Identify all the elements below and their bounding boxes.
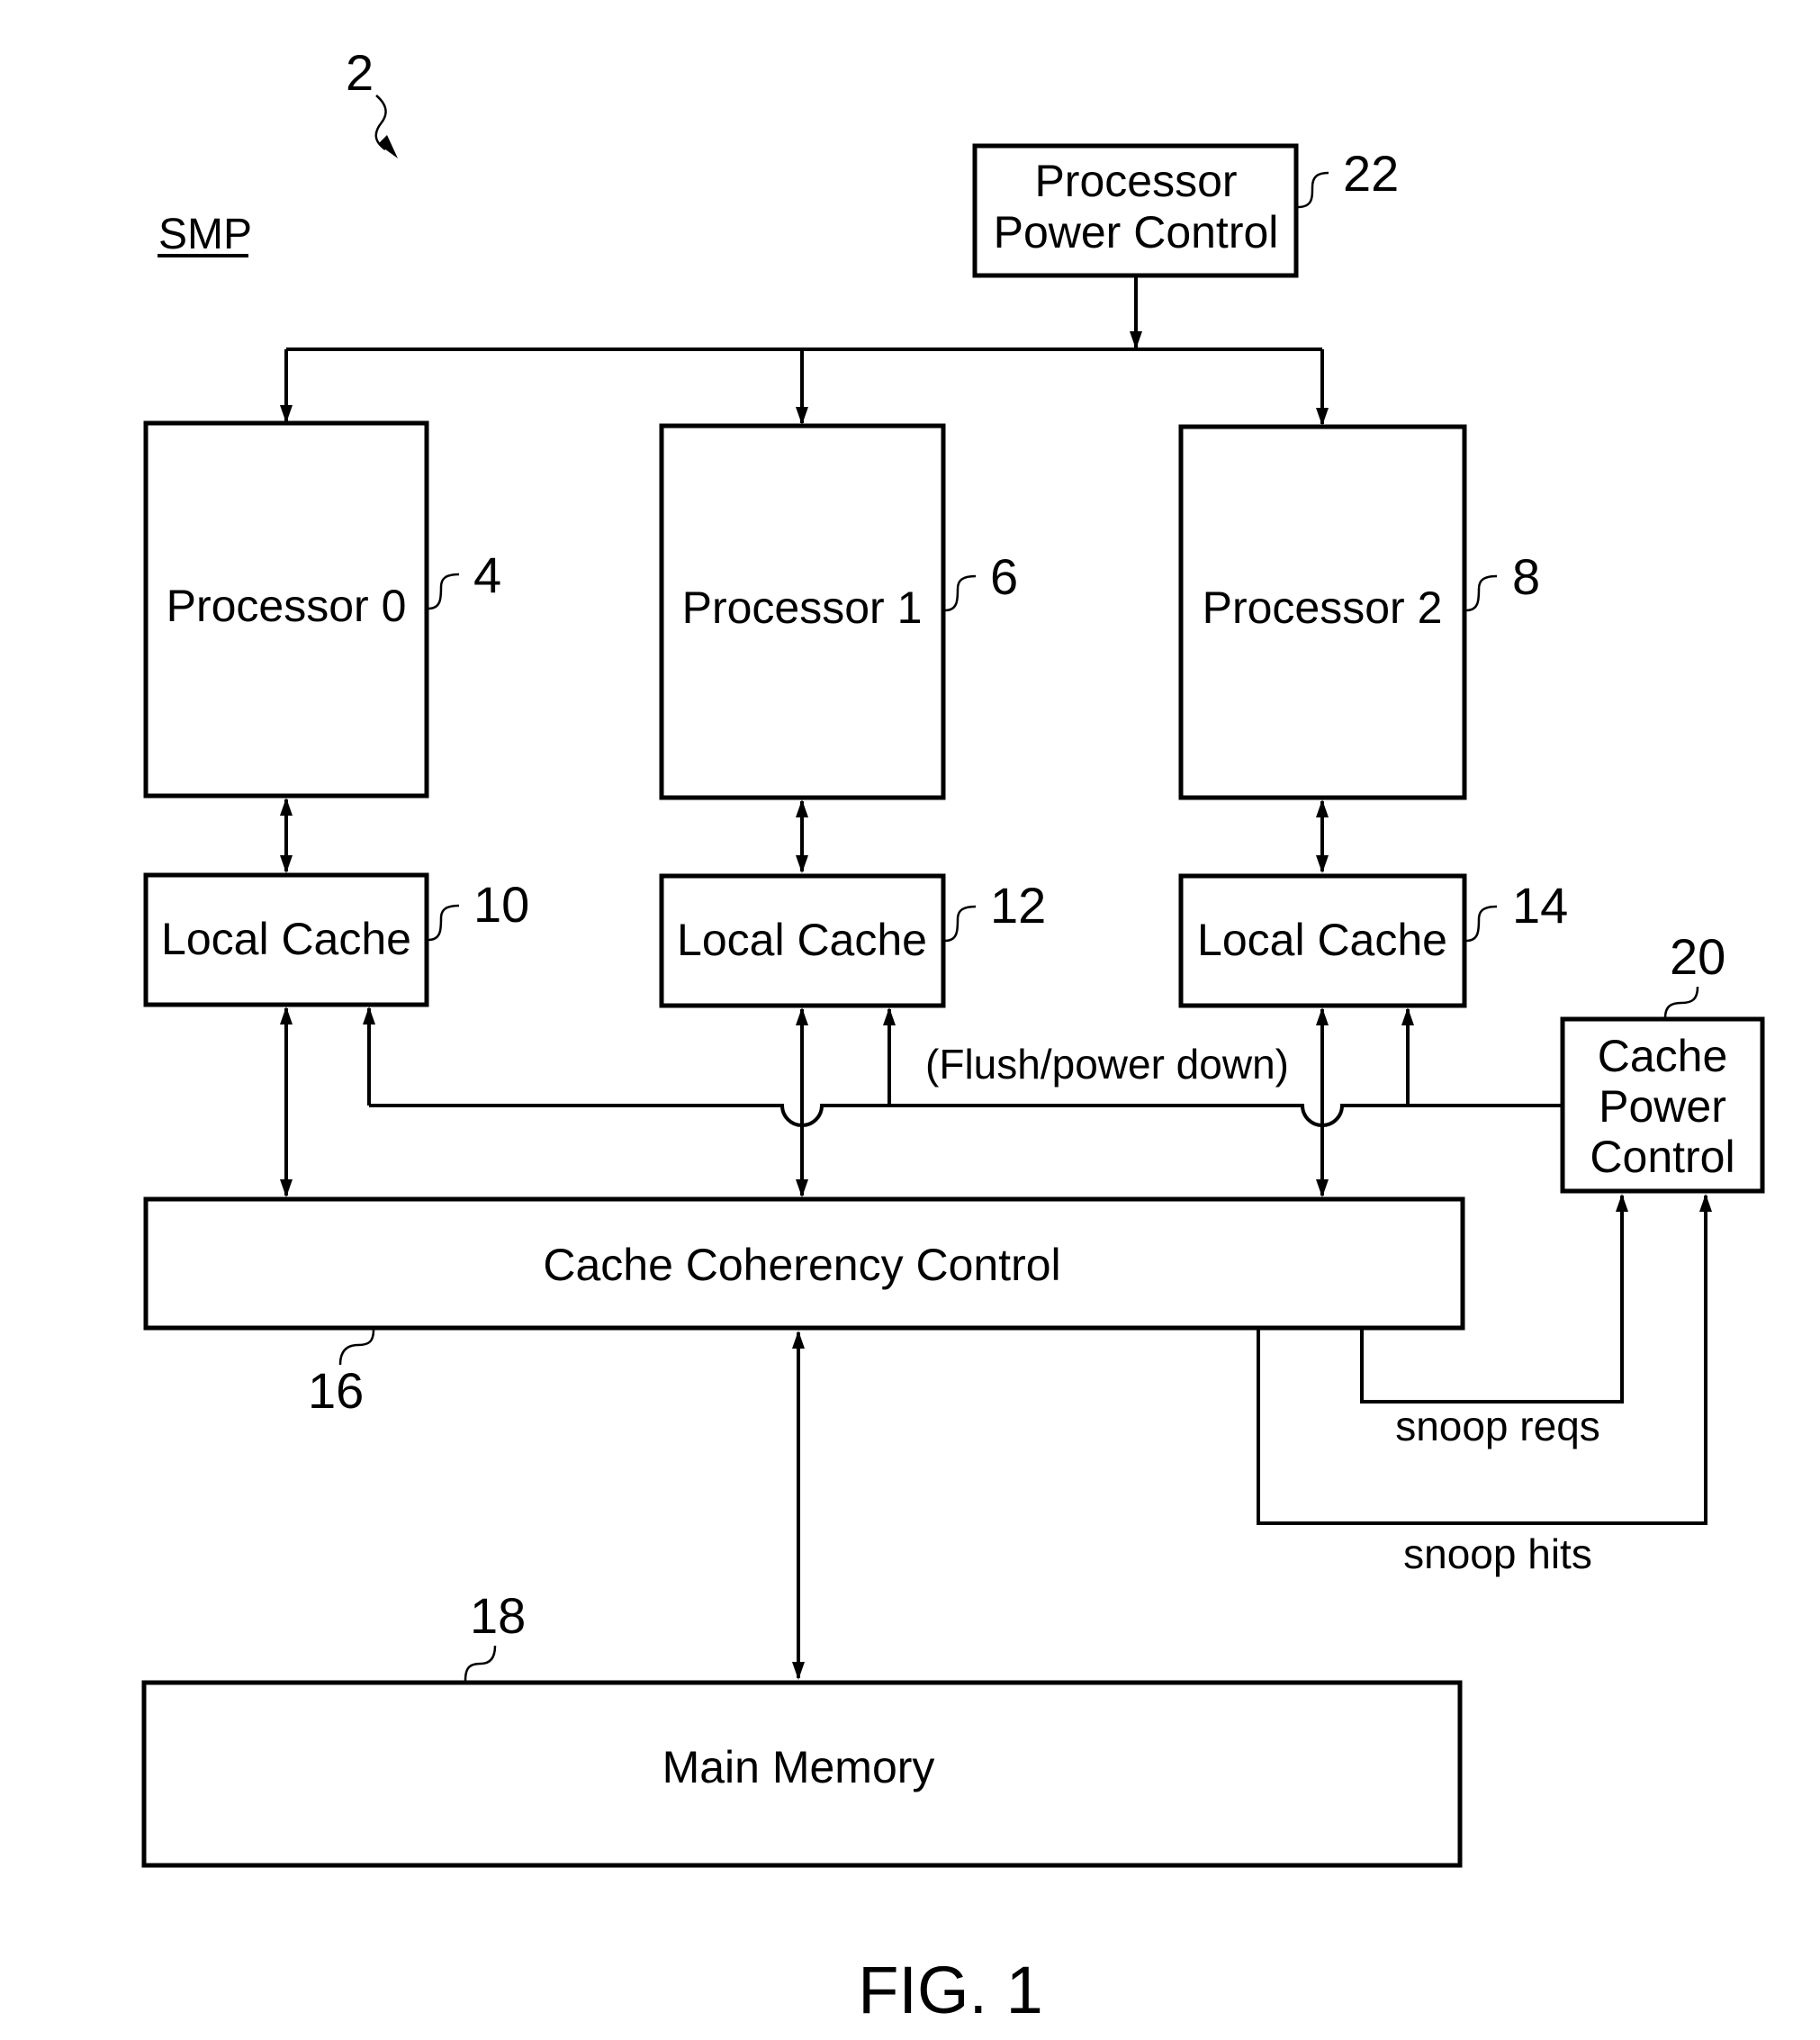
flush-signal-label: (Flush/power down) [925, 1041, 1289, 1088]
cpc-ref: 20 [1670, 928, 1725, 985]
processor-0-block: Processor 0 [143, 420, 429, 799]
processor-0-ref-leader [428, 573, 460, 610]
main-memory-block: Main Memory [141, 1680, 1463, 1868]
cpc-line1: Cache [1598, 1031, 1728, 1081]
local-cache-2-ref-leader [1465, 905, 1498, 943]
ccc-ref: 16 [308, 1362, 364, 1419]
ccc-label: Cache Coherency Control [543, 1240, 1060, 1290]
local-cache-2-ref: 14 [1512, 877, 1568, 934]
processor-1-label: Processor 1 [682, 582, 923, 633]
cache-coherency-control-block: Cache Coherency Control [143, 1196, 1465, 1331]
local-cache-0-ref: 10 [473, 876, 529, 933]
processor-1-ref-leader [944, 574, 977, 612]
processor-power-control-block: Processor Power Control [972, 143, 1299, 278]
local-cache-0-label: Local Cache [161, 914, 411, 964]
processor-0-label: Processor 0 [167, 581, 407, 631]
flush-power-down-bus [369, 1104, 1563, 1127]
local-cache-1-label: Local Cache [677, 915, 927, 965]
local-cache-1-ref: 12 [990, 877, 1046, 934]
cpc-ref-leader [1663, 986, 1699, 1019]
ccc-ref-leader [338, 1329, 375, 1366]
system-ref-label: 2 [346, 44, 374, 101]
processor-1-block: Processor 1 [659, 423, 946, 800]
local-cache-0-block: Local Cache [143, 872, 429, 1007]
ppc-line2: Power Control [994, 207, 1279, 257]
snoop-hits-label: snoop hits [1403, 1530, 1592, 1577]
cache-power-control-block: Cache Power Control [1560, 1016, 1765, 1194]
main-memory-ref-leader [464, 1645, 497, 1682]
cpc-line3: Control [1590, 1132, 1734, 1182]
ppc-ref-leader [1297, 171, 1329, 209]
processor-1-ref: 6 [990, 548, 1018, 605]
ppc-line1: Processor [1034, 156, 1237, 206]
ppc-ref: 22 [1343, 145, 1399, 202]
local-cache-1-block: Local Cache [659, 873, 946, 1008]
figure-caption: FIG. 1 [858, 1953, 1043, 2027]
processor-0-ref: 4 [473, 546, 501, 603]
main-memory-ref: 18 [470, 1587, 526, 1644]
processor-2-ref: 8 [1512, 548, 1540, 605]
cpc-line2: Power [1599, 1081, 1726, 1132]
local-cache-1-ref-leader [944, 905, 977, 943]
local-cache-2-label: Local Cache [1197, 915, 1447, 965]
local-cache-0-ref-leader [428, 904, 460, 942]
processor-2-block: Processor 2 [1178, 424, 1467, 800]
main-memory-label: Main Memory [662, 1742, 935, 1792]
local-cache-2-block: Local Cache [1178, 873, 1467, 1008]
smp-block-diagram: 2 SMP Processor Power Control 22 Process… [141, 44, 1765, 2027]
processor-2-label: Processor 2 [1203, 582, 1443, 633]
snoop-reqs-label: snoop reqs [1395, 1403, 1600, 1449]
processor-2-ref-leader [1465, 574, 1498, 612]
smp-label: SMP [158, 211, 252, 258]
